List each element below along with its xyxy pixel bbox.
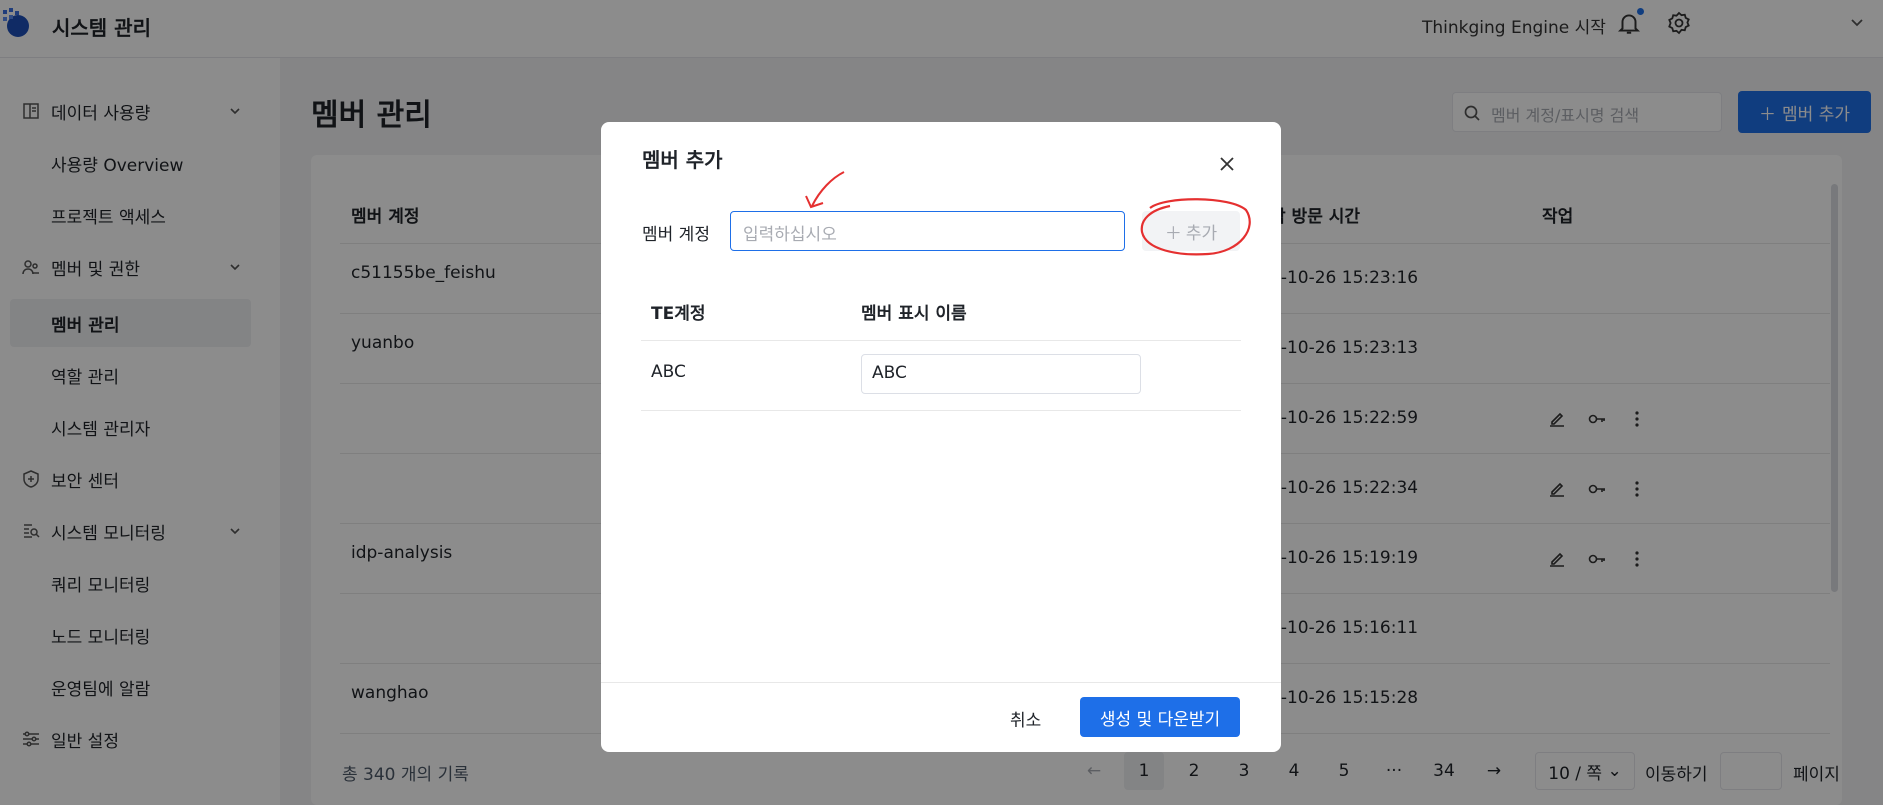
close-icon[interactable] [1217,154,1237,174]
add-member-modal: 멤버 추가 멤버 계정 입력하십시오 ＋ 추가 TE계정 멤버 표시 이름 AB… [601,122,1281,752]
member-account-input[interactable]: 입력하십시오 [730,211,1125,251]
column-header-te-account: TE계정 [651,304,706,324]
row-divider [641,410,1241,411]
plus-icon: ＋ [1164,223,1182,244]
display-name-input[interactable]: ABC [861,354,1141,394]
modal-add-label: 추가 [1185,223,1218,244]
column-header-display-name: 멤버 표시 이름 [861,304,967,324]
cell-te-account: ABC [651,362,686,382]
cancel-button[interactable]: 취소 [1010,706,1041,731]
input-placeholder: 입력하십시오 [743,225,837,245]
modal-footer-divider [601,682,1281,683]
create-and-download-button[interactable]: 생성 및 다운받기 [1080,697,1240,737]
display-name-value: ABC [872,363,907,383]
member-account-label: 멤버 계정 [642,225,710,245]
modal-title: 멤버 추가 [642,148,723,172]
modal-add-button[interactable]: ＋ 추가 [1142,211,1240,251]
row-divider [641,340,1241,341]
